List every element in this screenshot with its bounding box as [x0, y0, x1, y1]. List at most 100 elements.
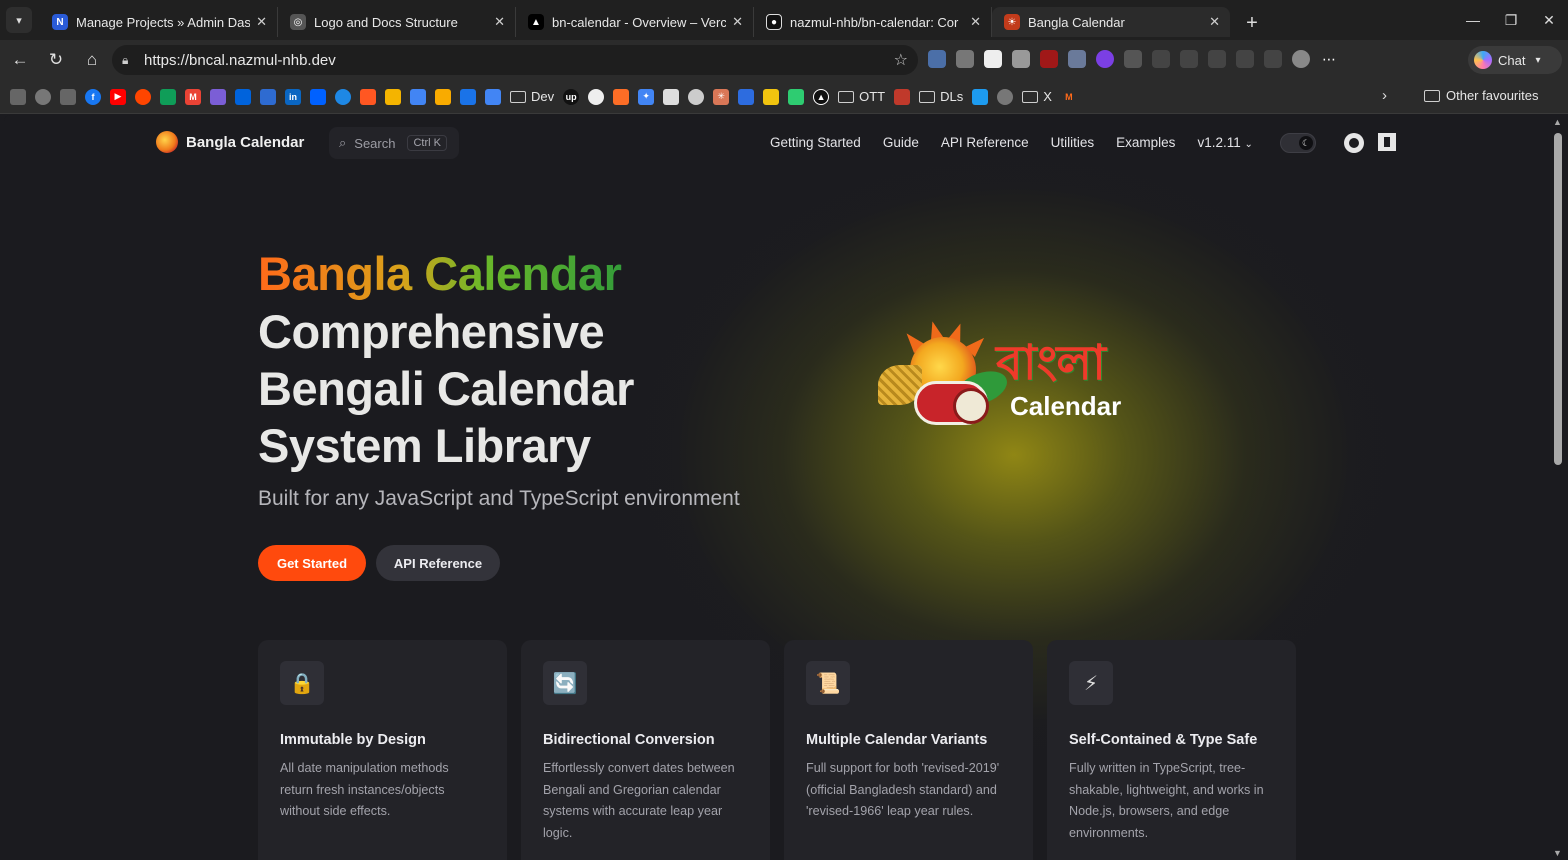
bookmark-folder-x[interactable]: X [1022, 89, 1052, 104]
theme-toggle[interactable]: ☾ [1280, 133, 1316, 153]
gemini-icon[interactable]: ✦ [638, 88, 655, 105]
tab-actions-menu-button[interactable]: ▾ [6, 7, 32, 33]
restore-icon[interactable]: ❐ [1492, 12, 1530, 29]
scroll-down-icon[interactable]: ▼ [1553, 848, 1562, 858]
extension-icon[interactable] [1068, 50, 1086, 68]
tab-close-icon[interactable]: ✕ [494, 14, 505, 30]
extension-icon[interactable] [928, 50, 946, 68]
analytics-icon[interactable] [410, 88, 426, 105]
tab-close-icon[interactable]: ✕ [732, 14, 743, 30]
chatgpt-icon[interactable] [688, 88, 705, 105]
browser-tab[interactable]: ◎ Logo and Docs Structure ✕ [278, 7, 516, 37]
other-favourites-folder[interactable]: Other favourites [1424, 88, 1539, 103]
vercel-icon[interactable]: ▲ [813, 88, 830, 105]
bookmark-icon[interactable] [360, 88, 376, 105]
scrollbar-thumb[interactable] [1554, 133, 1562, 465]
bookmark-icon[interactable] [385, 88, 401, 105]
bookmark-icon[interactable] [763, 88, 780, 105]
split-screen-icon[interactable] [1152, 50, 1170, 68]
github-icon[interactable] [588, 88, 605, 105]
refresh-icon[interactable]: ↻ [38, 44, 74, 76]
performance-icon[interactable] [1236, 50, 1254, 68]
browser-tab-active[interactable]: ☀ Bangla Calendar ✕ [992, 7, 1230, 37]
bookmark-icon[interactable]: M [1061, 89, 1077, 105]
bookmark-folder-dls[interactable]: DLs [919, 89, 963, 104]
globe-icon[interactable] [35, 88, 51, 105]
npm-icon[interactable] [1378, 133, 1396, 151]
favorite-star-icon[interactable]: ☆ [894, 50, 908, 70]
copilot-icon [1474, 51, 1492, 69]
youtube-icon[interactable]: ▶ [110, 88, 126, 105]
nav-utilities[interactable]: Utilities [1051, 135, 1095, 150]
claude-icon[interactable]: ✳ [713, 88, 730, 105]
bookmark-icon[interactable] [260, 88, 276, 105]
scroll-up-icon[interactable]: ▲ [1553, 117, 1562, 127]
facebook-icon[interactable]: f [85, 88, 101, 105]
chevron-right-icon[interactable]: › [1382, 87, 1387, 104]
minimize-icon[interactable]: — [1454, 12, 1492, 28]
ublock-icon[interactable] [1040, 50, 1058, 68]
hero-tagline: Built for any JavaScript and TypeScript … [258, 487, 740, 510]
drive-icon[interactable] [160, 88, 176, 105]
puzzle-icon[interactable] [1124, 50, 1142, 68]
reddit-icon[interactable] [135, 88, 151, 105]
bookmark-icon[interactable] [460, 88, 476, 105]
flask-icon[interactable] [60, 88, 76, 105]
nav-api-reference[interactable]: API Reference [941, 135, 1029, 150]
nav-examples[interactable]: Examples [1116, 135, 1175, 150]
bookmark-icon[interactable] [738, 88, 755, 105]
more-options-icon[interactable]: ⋯ [1320, 50, 1338, 68]
browser-tab[interactable]: ● nazmul-nhb/bn-calendar: Cor ✕ [754, 7, 992, 37]
bookmark-icon[interactable] [972, 88, 989, 105]
bookmark-icon[interactable] [10, 88, 26, 105]
url-text[interactable]: https://bncal.nazmul-nhb.dev [144, 52, 336, 69]
get-started-button[interactable]: Get Started [258, 545, 366, 581]
tab-close-icon[interactable]: ✕ [256, 14, 267, 30]
browser-tab[interactable]: ▲ bn-calendar - Overview – Verc ✕ [516, 7, 754, 37]
home-icon[interactable]: ⌂ [74, 44, 110, 76]
gmail-icon[interactable]: M [185, 88, 201, 105]
bookmark-folder-dev[interactable]: Dev [510, 89, 554, 104]
back-icon[interactable]: ← [2, 44, 38, 76]
profile-avatar-icon[interactable] [1292, 50, 1310, 68]
site-header: Bangla Calendar ⌕ Search Ctrl K Getting … [4, 125, 1550, 161]
github-icon[interactable] [1344, 133, 1364, 153]
bookmark-icon[interactable] [663, 88, 680, 105]
address-bar[interactable]: 🔒︎ https://bncal.nazmul-nhb.dev ☆ [112, 45, 918, 75]
site-logo-icon [156, 131, 178, 153]
nav-getting-started[interactable]: Getting Started [770, 135, 861, 150]
contacts-icon[interactable] [485, 88, 501, 105]
bookmark-icon[interactable] [788, 88, 805, 105]
browser-tab[interactable]: N Manage Projects » Admin Das ✕ [40, 7, 278, 37]
gitlab-icon[interactable] [613, 88, 630, 105]
bookmark-folder-ott[interactable]: OTT [838, 89, 885, 104]
lock-icon[interactable]: 🔒︎ [122, 53, 140, 68]
tab-close-icon[interactable]: ✕ [1209, 14, 1220, 30]
close-window-icon[interactable]: ✕ [1530, 12, 1568, 29]
flickr-icon[interactable] [235, 88, 251, 105]
pdf-icon[interactable] [894, 88, 911, 105]
extension-icon[interactable] [1096, 50, 1114, 68]
download-icon[interactable] [1208, 50, 1226, 68]
globe-icon[interactable] [997, 88, 1014, 105]
api-reference-button[interactable]: API Reference [376, 545, 500, 581]
nav-guide[interactable]: Guide [883, 135, 919, 150]
search-button[interactable]: ⌕ Search Ctrl K [329, 127, 459, 159]
history-icon[interactable] [1180, 50, 1198, 68]
page-scrollbar[interactable]: ▲ ▼ [1550, 115, 1568, 860]
bookmark-icon[interactable] [335, 88, 351, 105]
version-dropdown[interactable]: v1.2.11 ⌄ [1197, 135, 1252, 150]
dropbox-icon[interactable] [310, 88, 326, 105]
camera-icon[interactable] [1012, 50, 1030, 68]
linkedin-icon[interactable]: in [285, 88, 301, 105]
globe-icon[interactable] [956, 50, 974, 68]
mail-icon[interactable] [210, 88, 226, 105]
tab-close-icon[interactable]: ✕ [970, 14, 981, 30]
upwork-icon[interactable]: up [563, 88, 580, 105]
collections-icon[interactable] [1264, 50, 1282, 68]
copilot-chat-button[interactable]: Chat ▾ [1468, 46, 1562, 74]
extension-icon[interactable] [984, 50, 1002, 68]
analytics-icon[interactable] [435, 88, 451, 105]
site-logo-link[interactable]: Bangla Calendar [156, 131, 304, 153]
new-tab-icon[interactable]: + [1238, 9, 1266, 37]
